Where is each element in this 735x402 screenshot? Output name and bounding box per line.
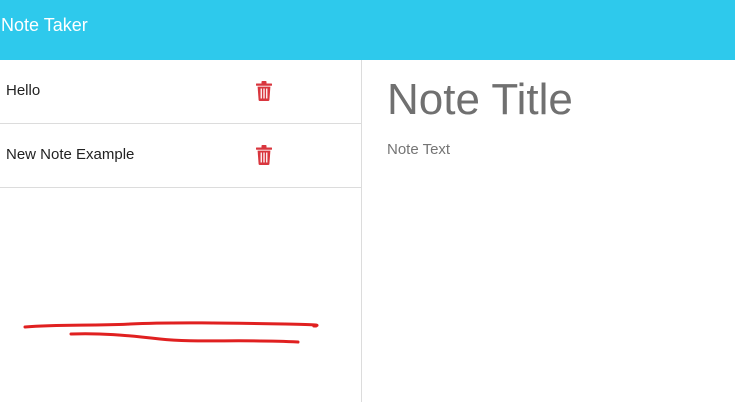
list-item-note[interactable]: Hello [0,60,361,124]
note-item-title[interactable]: Hello [6,82,40,100]
trash-icon[interactable] [256,81,272,101]
red-scribble-annotation [23,321,319,344]
trash-icon[interactable] [256,145,272,165]
note-text-textarea[interactable] [387,140,727,380]
note-list: Hello New Note Example [0,60,362,402]
list-item-note[interactable]: New Note Example [0,124,361,188]
note-item-title[interactable]: New Note Example [6,146,134,164]
note-title-input[interactable] [387,74,727,126]
navbar: Note Taker [0,0,735,60]
note-taker-page: Note Taker Hello New Note Example [0,0,735,402]
brand-title[interactable]: Note Taker [1,14,88,36]
note-editor [362,60,735,402]
